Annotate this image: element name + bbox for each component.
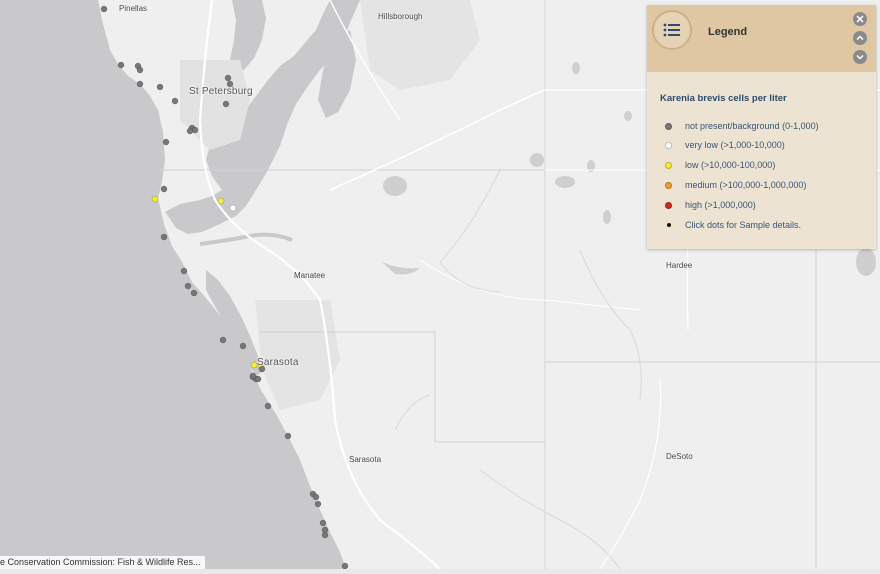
- sample-point-not-present[interactable]: [186, 127, 194, 135]
- lake: [572, 62, 580, 74]
- legend-item-label: very low (>1,000-10,000): [685, 140, 785, 150]
- sample-point-not-present[interactable]: [136, 66, 144, 74]
- legend-swatch: [667, 223, 671, 227]
- sample-point-not-present[interactable]: [321, 531, 329, 539]
- sample-point-not-present[interactable]: [264, 402, 272, 410]
- legend-subtitle: Karenia brevis cells per liter: [660, 93, 787, 104]
- sample-point-not-present[interactable]: [224, 74, 232, 82]
- lake: [603, 210, 611, 224]
- sample-point-not-present[interactable]: [180, 267, 188, 275]
- chevron-up-icon[interactable]: [853, 31, 867, 45]
- sample-point-low[interactable]: [151, 195, 159, 203]
- legend-item-label: low (>10,000-100,000): [685, 160, 776, 170]
- sample-point-not-present[interactable]: [254, 375, 262, 383]
- lake: [624, 111, 632, 121]
- sample-point-not-present[interactable]: [162, 138, 170, 146]
- sample-point-not-present[interactable]: [341, 562, 349, 570]
- legend-panel: Legend Karenia brevis cells per liter no…: [647, 5, 876, 249]
- label-hillsborough: Hillsborough: [378, 12, 423, 21]
- sample-point-not-present[interactable]: [156, 83, 164, 91]
- label-hardee: Hardee: [666, 261, 693, 270]
- chevron-down-icon[interactable]: [853, 50, 867, 64]
- legend-item-high: high (>1,000,000): [665, 198, 756, 212]
- sample-point-low[interactable]: [217, 197, 225, 205]
- sample-point-not-present[interactable]: [190, 289, 198, 297]
- sample-point-not-present[interactable]: [100, 5, 108, 13]
- legend-item-label: not present/background (0-1,000): [685, 121, 819, 131]
- legend-item-click-hint: Click dots for Sample details.: [665, 218, 801, 232]
- label-desoto: DeSoto: [666, 452, 693, 461]
- legend-item-not-present: not present/background (0-1,000): [665, 119, 819, 133]
- legend-item-very-low: very low (>1,000-10,000): [665, 138, 785, 152]
- lake: [530, 153, 544, 167]
- legend-swatch: [665, 181, 672, 189]
- legend-item-label: high (>1,000,000): [685, 200, 756, 210]
- sample-point-not-present[interactable]: [171, 97, 179, 105]
- sample-point-not-present[interactable]: [136, 80, 144, 88]
- legend-item-low: low (>10,000-100,000): [665, 158, 775, 172]
- sample-point-not-present[interactable]: [284, 432, 292, 440]
- label-sarasota-county: Sarasota: [349, 455, 382, 464]
- legend-title: Legend: [708, 26, 748, 38]
- legend-item-medium: medium (>100,000-1,000,000): [665, 178, 806, 192]
- legend-swatch: [665, 122, 672, 130]
- sample-point-not-present[interactable]: [160, 185, 168, 193]
- sample-point-not-present[interactable]: [184, 282, 192, 290]
- sample-point-not-present[interactable]: [239, 342, 247, 350]
- map-attribution: e Conservation Commission: Fish & Wildli…: [0, 556, 205, 569]
- legend-item-label: medium (>100,000-1,000,000): [685, 180, 807, 190]
- label-st-petersburg: St Petersburg: [189, 86, 253, 97]
- sample-point-not-present[interactable]: [222, 100, 230, 108]
- legend-swatch: [665, 201, 672, 209]
- label-manatee: Manatee: [294, 271, 326, 280]
- lake: [555, 176, 575, 188]
- sample-point-not-present[interactable]: [312, 493, 320, 501]
- sample-point-not-present[interactable]: [117, 61, 125, 69]
- label-pinellas: Pinellas: [119, 4, 148, 13]
- sample-point-not-present[interactable]: [160, 233, 168, 241]
- sample-point-not-present[interactable]: [319, 519, 327, 527]
- sample-point-not-present[interactable]: [314, 500, 322, 508]
- sample-point-not-present[interactable]: [219, 336, 227, 344]
- legend-swatch: [665, 161, 672, 169]
- list-icon[interactable]: [652, 10, 692, 50]
- label-sarasota-city: Sarasota: [257, 357, 299, 368]
- sample-point-very-low[interactable]: [229, 204, 237, 212]
- legend-header: Legend: [647, 5, 876, 72]
- legend-swatch: [665, 141, 672, 149]
- lake: [383, 176, 407, 196]
- lake: [856, 248, 876, 276]
- legend-item-label: Click dots for Sample details.: [685, 220, 802, 230]
- close-icon[interactable]: [853, 12, 867, 26]
